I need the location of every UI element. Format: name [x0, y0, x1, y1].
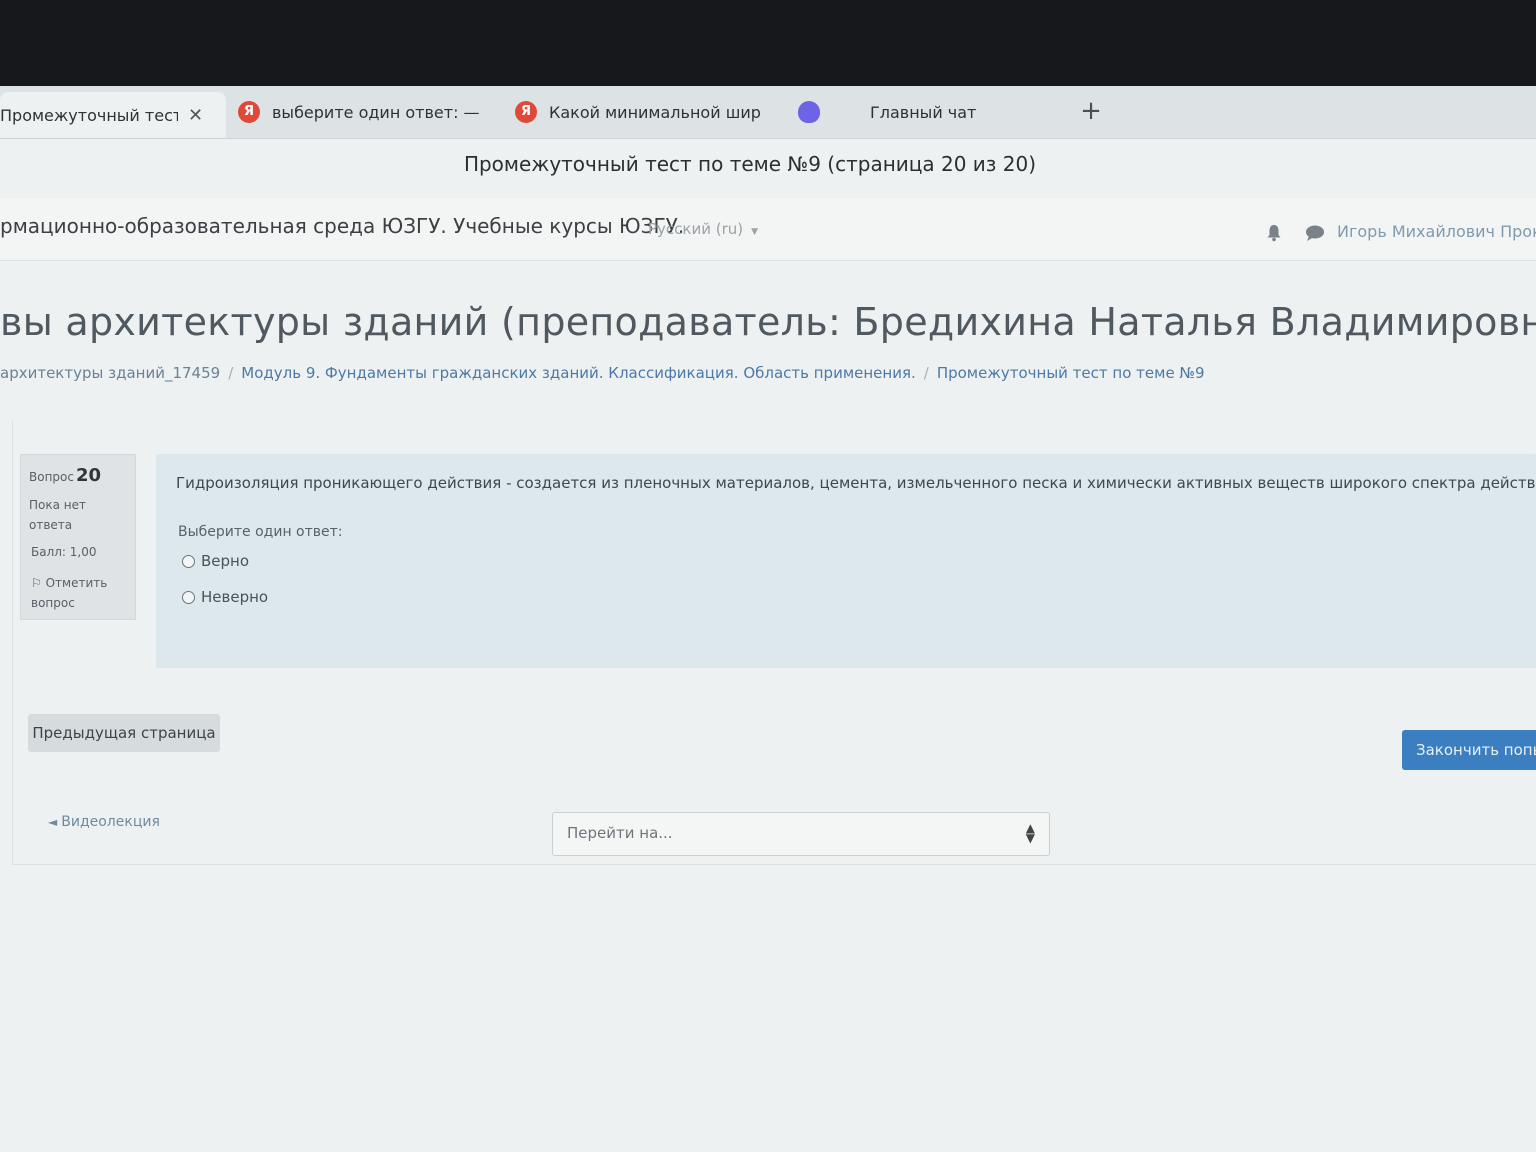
site-name-link[interactable]: рмационно-образовательная среда ЮЗГУ. Уч…: [0, 214, 684, 238]
yandex-icon: Я: [238, 101, 260, 123]
tab-title: Главный чат: [870, 102, 977, 122]
flag-question-label: Отметить вопрос: [31, 576, 108, 610]
language-menu[interactable]: Русский (ru) ▼: [648, 220, 758, 238]
site-navbar: рмационно-образовательная среда ЮЗГУ. Уч…: [0, 198, 1536, 261]
answer-option-true[interactable]: Верно: [182, 552, 249, 570]
breadcrumb-separator: /: [923, 364, 929, 382]
chat-icon[interactable]: [1305, 224, 1325, 242]
radio-button[interactable]: [182, 590, 195, 604]
finish-attempt-button[interactable]: Закончить попы: [1402, 730, 1536, 770]
monitor-bezel: [0, 0, 1536, 86]
radio-button[interactable]: [182, 554, 195, 568]
alice-icon: [798, 101, 820, 123]
previous-page-button[interactable]: Предыдущая страница: [28, 714, 220, 752]
close-icon[interactable]: ✕: [188, 105, 203, 126]
question-state: Пока нет ответа: [29, 498, 86, 532]
user-menu[interactable]: Игорь Михайлович Проку: [1337, 222, 1536, 241]
tab-yandex-answer[interactable]: Я выберите один ответ: —: [238, 96, 486, 128]
question-grade: Балл: 1,00: [31, 545, 97, 559]
flag-icon: ⚐: [31, 576, 42, 590]
language-label: Русский (ru): [648, 220, 744, 238]
jump-to-select[interactable]: Перейти на... ▲ ▼: [552, 812, 1050, 856]
answer-option-false[interactable]: Неверно: [182, 588, 268, 606]
tab-alice[interactable]: [798, 96, 828, 128]
breadcrumb: архитектуры зданий_17459 / Модуль 9. Фунда…: [0, 364, 1205, 382]
course-title: вы архитектуры зданий (преподаватель: Бр…: [0, 300, 1536, 344]
question-text: Гидроизоляция проникающего действия - со…: [176, 474, 1536, 492]
tab-title: выберите один ответ: —: [272, 102, 480, 122]
yandex-icon: Я: [515, 101, 537, 123]
browser-window: Промежуточный тест ✕ Я выберите один отв…: [0, 86, 1536, 1152]
tab-title: Промежуточный тест: [0, 105, 178, 125]
breadcrumb-quiz[interactable]: Промежуточный тест по теме №9: [937, 364, 1205, 382]
question-number: Вопрос 20: [29, 465, 101, 486]
previous-activity-link[interactable]: ◄ Видеолекция: [48, 814, 160, 830]
answer-label: Неверно: [201, 588, 269, 606]
question-info: Вопрос 20 Пока нет ответа Балл: 1,00 ⚐ От…: [20, 454, 136, 620]
jump-to-value: Перейти на...: [567, 824, 673, 842]
question-content: Гидроизоляция проникающего действия - со…: [156, 454, 1536, 668]
bell-icon[interactable]: [1266, 224, 1282, 242]
tab-main-chat[interactable]: Главный чат: [870, 96, 1050, 128]
flag-question-link[interactable]: ⚐ Отметить вопрос: [31, 573, 131, 613]
page-window-title: Промежуточный тест по теме №9 (страница …: [463, 152, 1037, 176]
tab-quiz[interactable]: Промежуточный тест ✕: [0, 92, 226, 138]
breadcrumb-separator: /: [228, 364, 234, 382]
tab-yandex-width[interactable]: Я Какой минимальной шир: [515, 96, 767, 128]
previous-activity-label: Видеолекция: [61, 814, 160, 830]
tab-title: Какой минимальной шир: [549, 102, 761, 122]
question-number-value: 20: [75, 465, 102, 486]
breadcrumb-course[interactable]: архитектуры зданий_17459: [0, 364, 220, 382]
caret-down-icon: ▼: [751, 227, 759, 237]
answer-prompt: Выберите один ответ:: [178, 524, 343, 540]
tab-strip: Промежуточный тест ✕ Я выберите один отв…: [0, 86, 1536, 139]
new-tab-button[interactable]: +: [1076, 96, 1106, 126]
arrow-left-icon: ◄: [48, 815, 58, 829]
breadcrumb-module[interactable]: Модуль 9. Фундаменты гражданских зданий.…: [241, 364, 916, 382]
select-arrows-icon: ▲ ▼: [1025, 821, 1035, 845]
question-label: Вопрос: [29, 470, 74, 484]
answer-label: Верно: [201, 552, 250, 570]
